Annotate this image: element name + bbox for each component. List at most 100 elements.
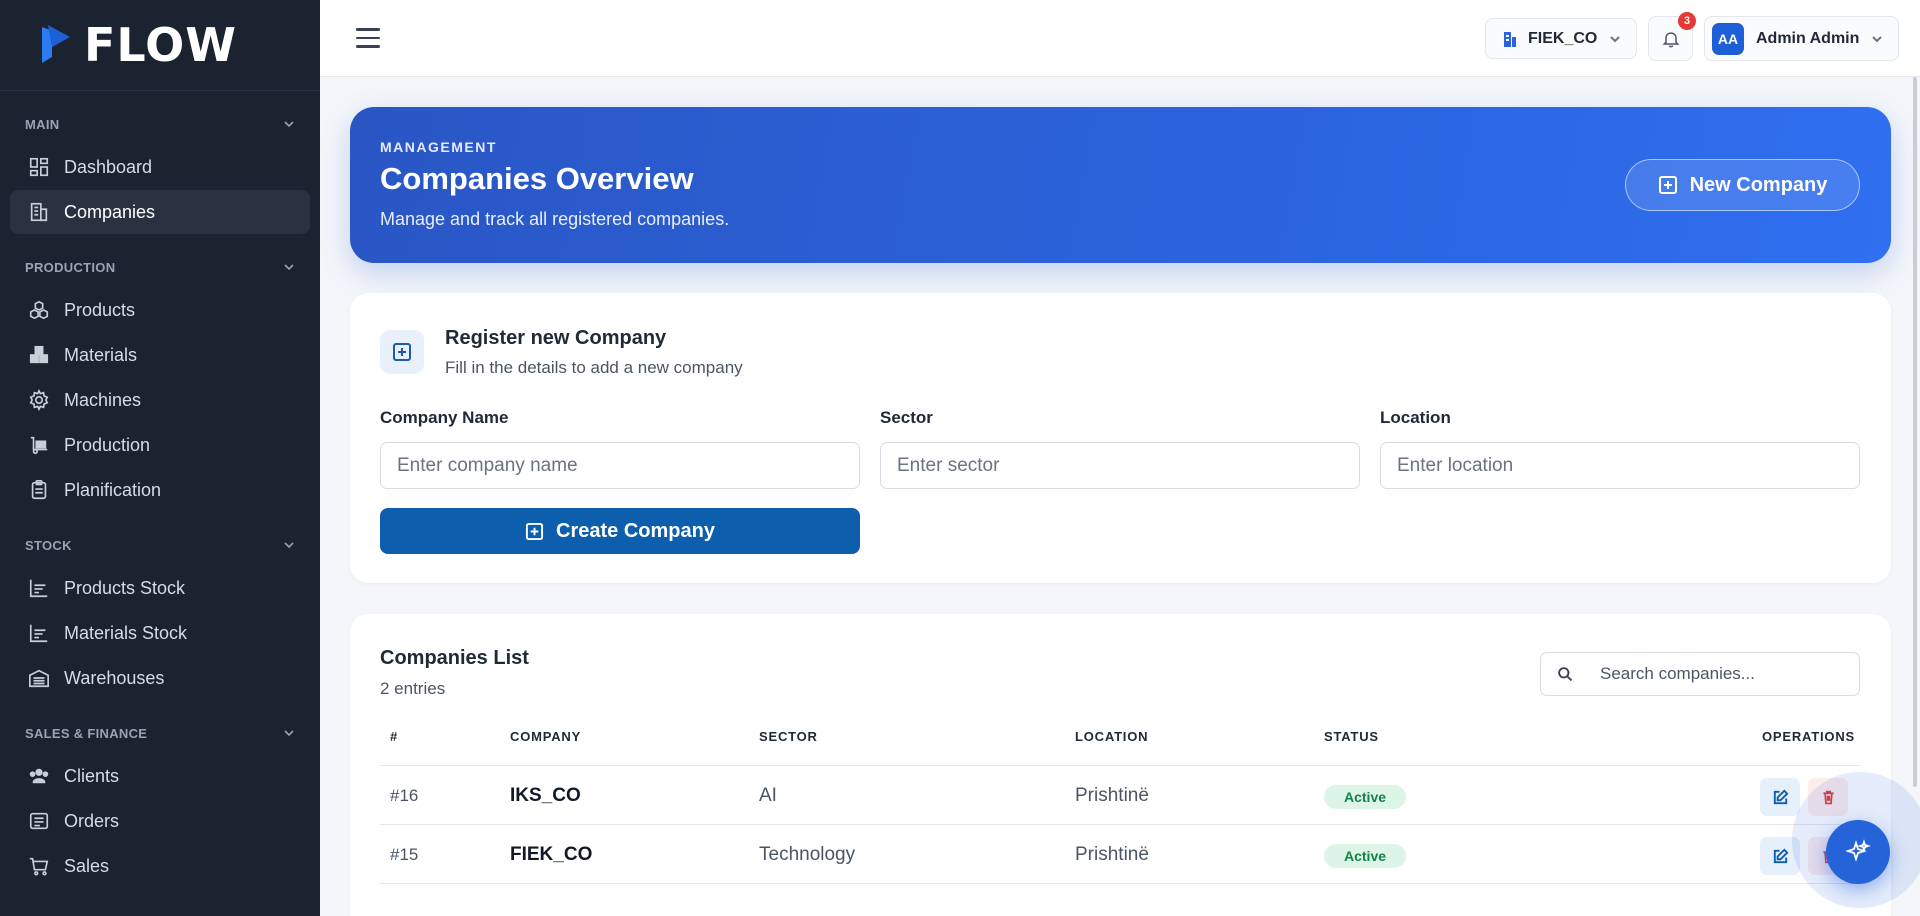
notification-count-badge: 3	[1678, 12, 1696, 30]
user-name: Admin Admin	[1756, 29, 1860, 47]
edit-button[interactable]	[1760, 778, 1800, 816]
company-selector[interactable]: FIEK_CO	[1485, 18, 1637, 59]
cubes-icon	[29, 300, 49, 320]
sidebar-item-label: Clients	[64, 765, 120, 786]
section-title: MAIN	[25, 116, 60, 132]
bell-icon	[1662, 31, 1679, 47]
chevron-down-icon	[284, 264, 294, 271]
sidebar-item-label: Sales	[64, 855, 110, 876]
chevron-down-icon	[284, 121, 294, 128]
company-sector: AI	[759, 785, 777, 806]
register-title: Register new Company	[445, 327, 667, 349]
page-scrollbar[interactable]	[1913, 77, 1917, 787]
search-input[interactable]	[1600, 664, 1840, 684]
section-title: SALES & FINANCE	[25, 725, 148, 741]
dolly-icon	[30, 436, 48, 455]
sidebar-item-materials[interactable]: Materials	[10, 333, 310, 377]
sidebar-item-label: Orders	[64, 810, 120, 831]
register-subtitle: Fill in the details to add a new company	[445, 358, 743, 377]
nav-section-sales: SALES & FINANCE Clients Orders Sales	[0, 718, 320, 888]
chevron-down-icon	[284, 542, 294, 549]
column-header: OPERATIONS	[1762, 729, 1855, 744]
sidebar-item-label: Materials	[64, 344, 138, 365]
column-header: COMPANY	[510, 729, 582, 744]
page-subtitle: Manage and track all registered companie…	[380, 209, 730, 229]
avatar: AA	[1712, 22, 1744, 55]
sidebar-item-label: Companies	[64, 201, 156, 222]
sidebar-item-clients[interactable]: Clients	[10, 754, 310, 798]
company-location: Prishtinë	[1075, 844, 1149, 865]
table-row[interactable]: #15 FIEK_CO Technology Prishtinë Active	[380, 825, 1860, 884]
nav-section-stock: STOCK Products Stock Materials Stock War…	[0, 530, 320, 700]
sidebar-item-warehouses[interactable]: Warehouses	[10, 656, 310, 700]
clipboard-icon	[31, 480, 47, 500]
hero-banner: MANAGEMENT Companies Overview Manage and…	[350, 107, 1891, 263]
sidebar-item-planification[interactable]: Planification	[10, 468, 310, 512]
sparkles-icon	[1845, 839, 1871, 862]
companies-table: # COMPANY SECTOR LOCATION STATUS OPERATI…	[380, 730, 1860, 884]
register-company-card: Register new Company Fill in the details…	[350, 293, 1891, 583]
column-header: #	[390, 729, 399, 744]
company-name-input[interactable]	[380, 442, 860, 489]
section-head-sales[interactable]: SALES & FINANCE	[10, 718, 310, 748]
search-icon	[1558, 666, 1573, 681]
flow-logo-icon	[42, 25, 70, 63]
nav-section-production: PRODUCTION Products Materials Machines P…	[0, 252, 320, 512]
sidebar-item-products-stock[interactable]: Products Stock	[10, 566, 310, 610]
create-company-button[interactable]: Create Company	[380, 508, 860, 554]
sidebar-item-machines[interactable]: Machines	[10, 378, 310, 422]
new-company-label: New Company	[1689, 173, 1828, 196]
section-head-production[interactable]: PRODUCTION	[10, 252, 310, 282]
company-location: Prishtinë	[1075, 785, 1149, 806]
sidebar-item-orders[interactable]: Orders	[10, 799, 310, 843]
cart-icon	[29, 857, 49, 876]
warehouse-icon	[29, 669, 49, 688]
chart-bars-icon	[29, 579, 48, 598]
section-title: PRODUCTION	[25, 259, 116, 275]
company-id: #16	[390, 786, 419, 805]
sidebar-item-label: Planification	[64, 479, 162, 500]
sidebar-item-production[interactable]: Production	[10, 423, 310, 467]
section-head-main[interactable]: MAIN	[10, 109, 310, 139]
location-label: Location	[1380, 408, 1451, 427]
new-company-button[interactable]: New Company	[1625, 159, 1860, 211]
sidebar-item-dashboard[interactable]: Dashboard	[10, 145, 310, 189]
sidebar-item-materials-stock[interactable]: Materials Stock	[10, 611, 310, 655]
search-field[interactable]	[1540, 652, 1860, 696]
sidebar-item-products[interactable]: Products	[10, 288, 310, 332]
sidebar-item-label: Dashboard	[64, 156, 153, 177]
dashboard-icon	[29, 157, 49, 177]
table-row[interactable]: #16 IKS_CO AI Prishtinë Active	[380, 766, 1860, 825]
company-name-label: Company Name	[380, 408, 509, 427]
users-icon	[29, 768, 49, 784]
chevron-down-icon	[1610, 35, 1621, 42]
sidebar-item-sales[interactable]: Sales	[10, 844, 310, 888]
companies-list-card: Companies List 2 entries # COMPANY SECTO…	[350, 614, 1891, 916]
location-input[interactable]	[1380, 442, 1860, 489]
status-badge: Active	[1324, 785, 1407, 809]
column-header: LOCATION	[1075, 729, 1149, 744]
ai-assistant-button[interactable]	[1826, 820, 1890, 884]
sidebar: FLOW MAIN Dashboard Companies PRODUCTION…	[0, 0, 320, 916]
logo[interactable]: FLOW	[0, 0, 320, 91]
column-header: STATUS	[1324, 729, 1379, 744]
list-title: Companies List	[380, 647, 529, 669]
sidebar-item-label: Machines	[64, 389, 142, 410]
nav-section-main: MAIN Dashboard Companies	[0, 109, 320, 234]
sector-input[interactable]	[880, 442, 1360, 489]
company-sector: Technology	[759, 844, 856, 865]
edit-icon	[1773, 789, 1788, 804]
menu-toggle-icon[interactable]	[356, 28, 380, 48]
company-selector-value: FIEK_CO	[1528, 29, 1598, 47]
sidebar-item-label: Products Stock	[64, 577, 186, 598]
notifications-button[interactable]: 3	[1648, 12, 1696, 61]
sidebar-item-companies[interactable]: Companies	[10, 190, 310, 234]
chevron-down-icon	[284, 730, 294, 737]
plus-square-icon	[380, 330, 424, 374]
company-id: #15	[390, 845, 419, 864]
hero-eyebrow: MANAGEMENT	[380, 139, 497, 155]
entries-count: 2 entries	[380, 679, 446, 698]
section-head-stock[interactable]: STOCK	[10, 530, 310, 560]
list-icon	[29, 812, 49, 830]
user-menu[interactable]: AA Admin Admin	[1704, 16, 1899, 61]
